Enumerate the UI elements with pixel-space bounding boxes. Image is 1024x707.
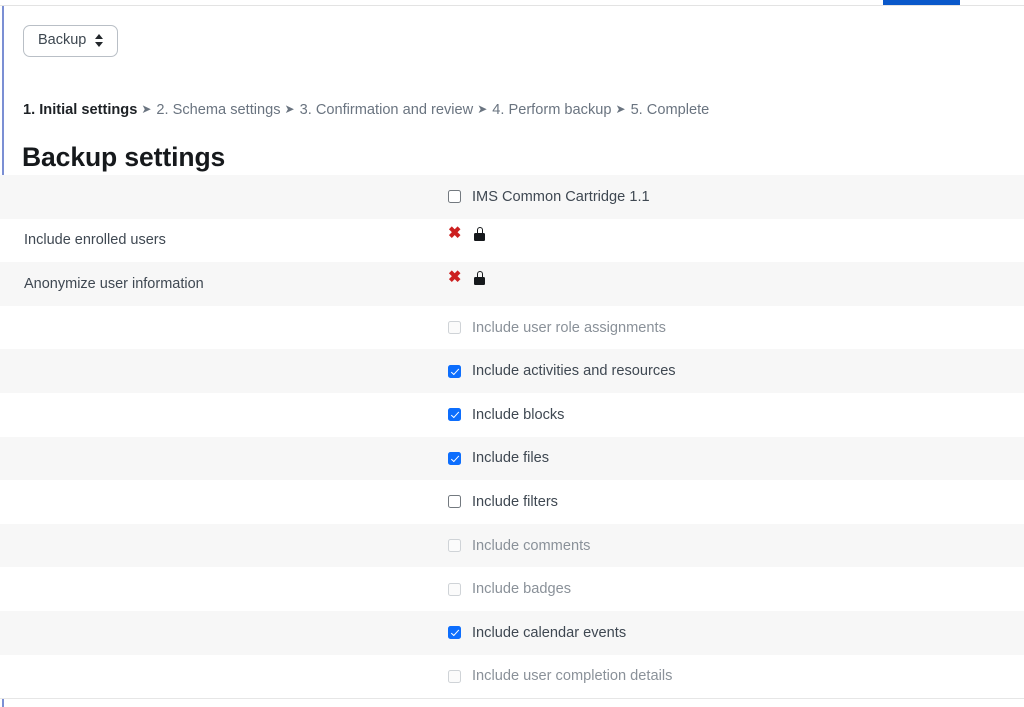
breadcrumb-step-4[interactable]: 4. Perform backup [492,102,611,118]
checkbox-include-calendar-events[interactable]: Include calendar events [448,625,626,641]
checkbox-unchecked-icon [448,582,461,596]
table-row: IMS Common Cartridge 1.1 [0,175,1024,219]
checkbox-checked-icon[interactable] [448,364,461,378]
setting-control-cell: ✖ [420,269,1024,292]
checkbox-unchecked-icon [448,539,461,553]
table-row: Include blocks [0,392,1024,437]
setting-control-cell: Include activities and resources [420,363,1024,379]
checkbox-label: Include files [472,450,550,467]
page-title: Backup settings [22,142,226,172]
setting-control-cell: Include badges [420,581,1024,597]
locked-setting-anonymize-user-information: ✖ [448,268,486,286]
table-row: Include filters [0,480,1024,524]
breadcrumb-step-5[interactable]: 5. Complete [631,102,710,118]
page-content: Backup 1. Initial settings ➤ 2. Schema set… [0,6,1024,707]
breadcrumb-separator-icon: ➤ [477,102,488,116]
checkbox-include-user-completion-details: Include user completion details [448,668,672,684]
checkbox-include-user-role-assignments: Include user role assignments [448,320,666,336]
checkbox-include-blocks[interactable]: Include blocks [448,407,564,423]
checkbox-unchecked-icon[interactable] [448,190,461,204]
checkbox-label: Include filters [472,493,558,510]
breadcrumb-step-1: 1. Initial settings [23,102,138,118]
checkbox-include-comments: Include comments [448,538,590,554]
setting-control-cell: Include files [420,450,1024,466]
checkbox-unchecked-icon [448,669,461,683]
setting-control-cell: IMS Common Cartridge 1.1 [420,189,1024,205]
setting-control-cell: Include filters [420,494,1024,510]
checkbox-label: Include badges [472,581,571,598]
setting-control-cell: Include blocks [420,407,1024,423]
checkbox-unchecked-icon [448,321,461,335]
table-row: Anonymize user information ✖ [0,262,1024,306]
padlock-icon [474,270,486,285]
checkbox-label: IMS Common Cartridge 1.1 [472,188,650,205]
breadcrumb-step-3[interactable]: 3. Confirmation and review [300,102,474,118]
cross-icon: ✖ [448,225,462,243]
activity-selector-label: Backup [38,32,87,48]
activity-selector-container: Backup [23,25,119,57]
checkbox-label: Include comments [472,537,591,554]
setting-label-anonymize-user-information: Anonymize user information [24,275,204,292]
table-row: Include user completion details [0,654,1024,700]
checkbox-ims-common-cartridge[interactable]: IMS Common Cartridge 1.1 [448,189,650,205]
table-row: Include files [0,436,1024,481]
checkbox-label: Include activities and resources [472,363,676,380]
checkbox-checked-icon[interactable] [448,626,461,640]
setting-control-cell: Include user role assignments [420,320,1024,336]
checkbox-checked-icon[interactable] [448,451,461,465]
checkbox-include-files[interactable]: Include files [448,450,549,466]
setting-control-cell: Include user completion details [420,668,1024,684]
table-row: Include user role assignments [0,305,1024,350]
updown-chevron-icon [95,33,104,47]
backup-settings-table: IMS Common Cartridge 1.1 Include enrolled… [0,175,1024,700]
checkbox-include-filters[interactable]: Include filters [448,494,558,510]
padlock-icon [474,227,486,242]
checkbox-label: Include blocks [472,406,565,423]
setting-label-include-enrolled-users: Include enrolled users [24,232,166,249]
table-row: Include badges [0,567,1024,611]
breadcrumb-separator-icon: ➤ [615,102,626,116]
table-row: Include calendar events [0,610,1024,655]
backup-step-breadcrumb: 1. Initial settings ➤ 2. Schema settings ➤ 3… [23,103,709,118]
locked-setting-include-enrolled-users: ✖ [448,225,486,243]
checkbox-label: Include calendar events [472,624,627,641]
setting-control-cell: ✖ [420,226,1024,248]
checkbox-unchecked-icon[interactable] [448,495,461,509]
table-row: Include activities and resources [0,349,1024,393]
activity-selector[interactable]: Backup [23,25,119,57]
table-row: Include comments [0,523,1024,568]
setting-control-cell: Include calendar events [420,625,1024,641]
breadcrumb-separator-icon: ➤ [284,102,295,116]
cross-icon: ✖ [448,268,462,286]
checkbox-checked-icon[interactable] [448,408,461,422]
checkbox-label: Include user completion details [472,668,673,685]
table-row: Include enrolled users ✖ [0,218,1024,263]
checkbox-include-activities-and-resources[interactable]: Include activities and resources [448,363,676,379]
checkbox-label: Include user role assignments [472,319,666,336]
setting-control-cell: Include comments [420,538,1024,554]
active-tab-indicator [883,0,960,5]
breadcrumb-separator-icon: ➤ [141,102,152,116]
breadcrumb-step-2[interactable]: 2. Schema settings [156,102,280,118]
checkbox-include-badges: Include badges [448,581,571,597]
